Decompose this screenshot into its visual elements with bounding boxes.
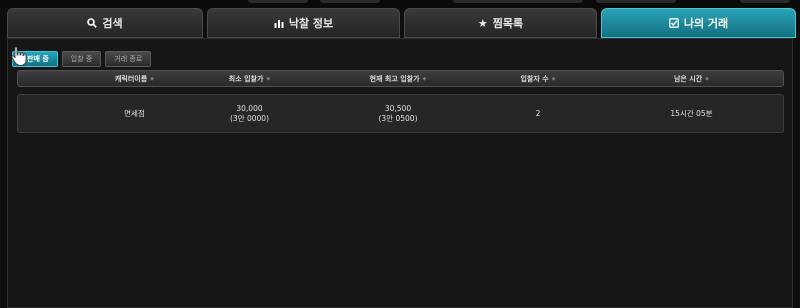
remaining-time: 15시간 05분 [670,108,713,118]
table-row[interactable]: 면세점 30,000 (3만 0000) 30,500 (3만 0500) 2 … [17,94,784,133]
main-tabs: 검색 낙찰 정보 ★ 찜목록 나의 거래 [7,8,796,38]
min-bid-korean: (3만 0000) [230,113,269,123]
star-icon: ★ [477,16,488,30]
sort-icon: ◆ [266,75,271,82]
tab-wishlist[interactable]: ★ 찜목록 [404,8,597,38]
tab-label: 검색 [102,17,123,30]
cell-remaining: 15시간 05분 [598,95,785,132]
column-header-remaining[interactable]: 남은 시간 ◆ [598,71,785,86]
column-header-label: 캐릭터이름 [114,74,148,83]
column-header-bidders[interactable]: 입찰자 수 ◆ [478,71,598,86]
bar-chart-icon [274,20,284,28]
column-header-current-bid[interactable]: 현재 최고 입찰가 ◆ [318,71,478,86]
column-header-label: 입찰자 수 [520,74,549,83]
min-bid-value: 30,000 [236,103,263,113]
sort-icon: ◆ [422,75,427,82]
cell-min-bid: 30,000 (3만 0000) [166,95,333,132]
cell-bidders: 2 [478,95,598,132]
bidder-count: 2 [535,108,541,118]
column-header-label: 최소 입찰가 [228,74,264,83]
top-strip [0,0,800,8]
my-trades-panel: 판매 중 입찰 중 거래 종료 캐릭터이름 ◆ 최소 입찰가 ◆ 현재 최고 입… [7,38,793,308]
tab-label: 낙찰 정보 [288,17,334,30]
sort-icon: ◆ [551,75,556,82]
subtab-bidding[interactable]: 입찰 중 [61,51,102,67]
tab-label: 나의 거래 [683,17,729,30]
subtab-bar: 판매 중 입찰 중 거래 종료 [12,51,152,67]
current-bid-value: 30,500 [384,103,412,113]
search-icon [87,18,98,28]
sort-icon: ◆ [705,75,710,82]
tab-auction-info[interactable]: 낙찰 정보 [207,8,400,38]
hand-cursor-icon [11,46,27,66]
column-header-label: 현재 최고 입찰가 [369,74,420,83]
cell-current-bid: 30,500 (3만 0500) [318,95,478,132]
table-header: 캐릭터이름 ◆ 최소 입찰가 ◆ 현재 최고 입찰가 ◆ 입찰자 수 ◆ 남은 … [17,70,784,87]
column-header-min-bid[interactable]: 최소 입찰가 ◆ [166,71,333,86]
subtab-completed[interactable]: 거래 종료 [105,51,152,67]
character-name: 면세점 [124,108,145,118]
checkbox-icon [668,18,679,28]
current-bid-korean: (3만 0500) [378,113,418,123]
tab-search[interactable]: 검색 [7,8,203,38]
tab-label: 찜목록 [492,17,524,30]
tab-my-trades[interactable]: 나의 거래 [601,8,796,38]
sort-icon: ◆ [150,75,155,82]
column-header-label: 남은 시간 [673,74,703,83]
